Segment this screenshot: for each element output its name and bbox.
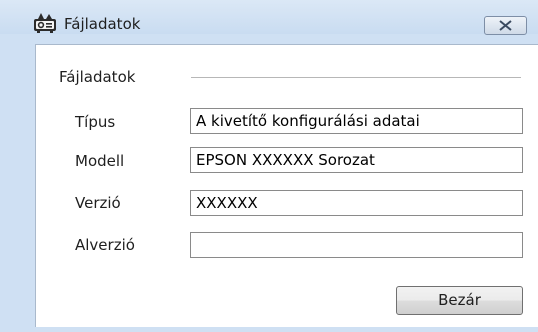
type-label: Típus [75, 113, 116, 131]
model-label: Modell [75, 152, 125, 170]
group-label: Fájladatok [59, 68, 136, 86]
file-info-dialog: Fájladatok Fájladatok Típus A kivetítő k… [0, 0, 538, 332]
projector-icon [32, 11, 60, 35]
group-divider [191, 77, 521, 78]
version-label: Verzió [75, 194, 121, 212]
type-field[interactable]: A kivetítő konfigurálási adatai [190, 108, 523, 134]
model-field[interactable]: EPSON XXXXXX Sorozat [190, 147, 523, 173]
title-bar[interactable]: Fájladatok [0, 0, 538, 35]
close-button[interactable]: Bezár [396, 286, 523, 315]
window-title: Fájladatok [64, 15, 141, 33]
version-field[interactable]: XXXXXX [190, 190, 523, 216]
subversion-field[interactable] [190, 232, 523, 258]
subversion-label: Alverzió [75, 236, 135, 254]
dialog-body [35, 44, 538, 327]
window-close-button[interactable] [484, 16, 527, 35]
close-icon [499, 20, 512, 31]
